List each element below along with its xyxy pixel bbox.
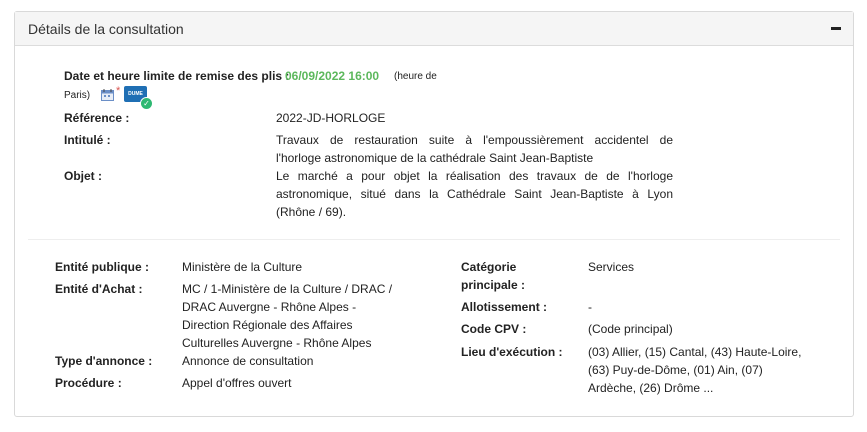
- objet-line: (Rhône / 69).: [276, 205, 347, 219]
- panel-title: Détails de la consultation: [28, 21, 184, 37]
- lieu-line: (03) Allier, (15) Cantal, (43) Haute-Loi…: [588, 345, 802, 359]
- procedure-label: Procédure :: [55, 376, 122, 390]
- section-divider: [28, 239, 840, 240]
- categorie-label-line: Catégorie: [461, 260, 517, 274]
- dume-check-icon: ✓: [140, 97, 153, 110]
- deadline-value: 06/09/2022 16:00: [285, 69, 380, 83]
- code-cpv-label: Code CPV :: [461, 322, 527, 336]
- required-star-icon: *: [116, 85, 121, 97]
- panel-header[interactable]: Détails de la consultation: [15, 12, 853, 46]
- code-cpv-value: (Code principal): [588, 322, 673, 336]
- intitule-line: Travaux de restauration suite à l'empous…: [276, 133, 673, 147]
- deadline-timezone-cont: Paris): [64, 90, 91, 101]
- objet-line: Le marché a pour objet la réalisation de…: [276, 169, 673, 183]
- entite-achat-line: MC / 1-Ministère de la Culture / DRAC /: [182, 282, 393, 296]
- entite-achat-value: MC / 1-Ministère de la Culture / DRAC / …: [182, 280, 392, 352]
- reference-value: 2022-JD-HORLOGE: [276, 111, 386, 125]
- lieu-label: Lieu d'exécution :: [461, 345, 563, 359]
- calendar-icon[interactable]: [101, 89, 114, 101]
- allotissement-value: -: [588, 300, 592, 314]
- deadline-timezone: (heure de: [394, 71, 437, 82]
- entite-achat-line: DRAC Auvergne - Rhône Alpes -: [182, 300, 357, 314]
- entite-achat-line: Culturelles Auvergne - Rhône Alpes: [182, 336, 372, 350]
- deadline-label: Date et heure limite de remise des plis …: [64, 69, 290, 83]
- intitule-line: l'horloge astronomique de la cathédrale …: [276, 151, 594, 165]
- categorie-label: Catégorie principale :: [461, 258, 525, 294]
- lieu-line: Ardèche, (26) Drôme ...: [588, 381, 714, 395]
- lieu-line: (63) Puy-de-Dôme, (01) Ain, (07): [588, 363, 763, 377]
- intitule-value: Travaux de restauration suite à l'empous…: [276, 131, 673, 167]
- reference-label: Référence :: [64, 111, 130, 125]
- entite-publique-label: Entité publique :: [55, 260, 149, 274]
- objet-line: astronomique, situé dans la Cathédrale S…: [276, 187, 673, 201]
- lieu-value: (03) Allier, (15) Cantal, (43) Haute-Loi…: [588, 343, 801, 397]
- entite-achat-line: Direction Régionale des Affaires: [182, 318, 353, 332]
- type-annonce-value: Annonce de consultation: [182, 354, 314, 368]
- type-annonce-label: Type d'annonce :: [55, 354, 153, 368]
- categorie-label-line: principale :: [461, 278, 526, 292]
- objet-value: Le marché a pour objet la réalisation de…: [276, 167, 673, 221]
- intitule-label: Intitulé :: [64, 133, 111, 147]
- categorie-value: Services: [588, 260, 635, 274]
- allotissement-label: Allotissement :: [461, 300, 548, 314]
- procedure-value: Appel d'offres ouvert: [182, 376, 292, 390]
- objet-label: Objet :: [64, 169, 102, 183]
- entite-achat-label: Entité d'Achat :: [55, 282, 143, 296]
- collapse-button[interactable]: [831, 27, 841, 30]
- entite-publique-value: Ministère de la Culture: [182, 260, 303, 274]
